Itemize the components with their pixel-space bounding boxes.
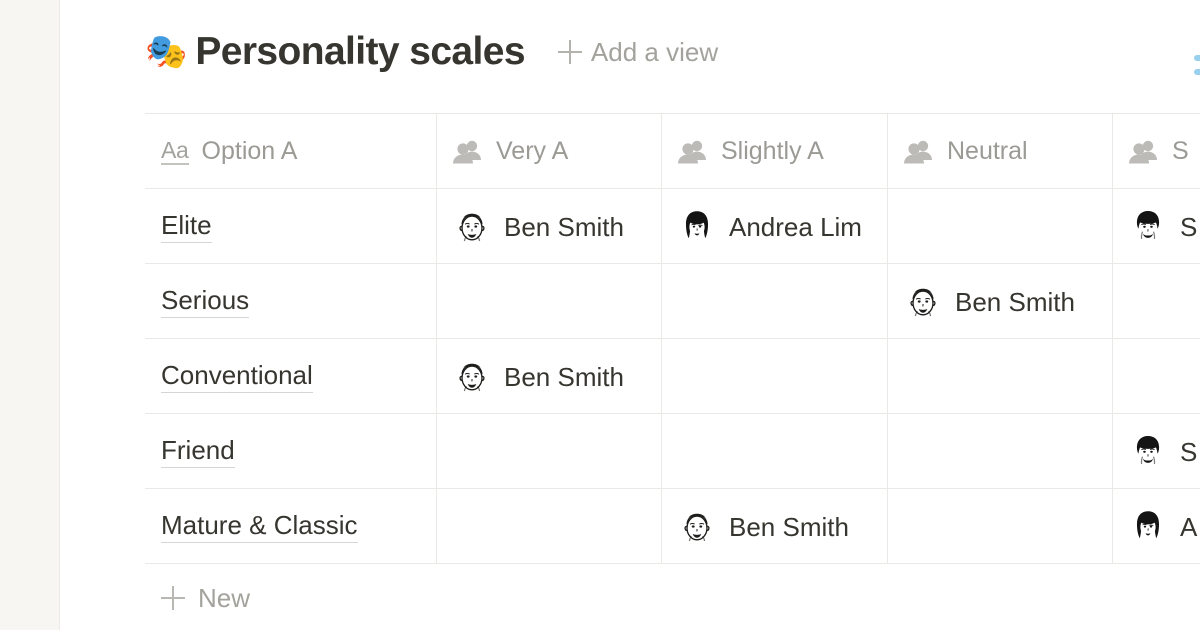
person-group-icon xyxy=(678,139,708,165)
person-cell[interactable]: A xyxy=(1113,489,1200,564)
person-group-icon xyxy=(453,139,483,165)
person-cell[interactable] xyxy=(888,189,1113,264)
avatar xyxy=(1129,432,1167,471)
table-row[interactable]: Conventional Ben Smith xyxy=(145,339,1200,414)
avatar xyxy=(453,357,491,396)
plus-icon xyxy=(557,39,583,65)
new-row-button[interactable]: New xyxy=(145,564,1200,630)
person-chip[interactable]: Ben Smith xyxy=(453,207,624,246)
person-name: Ben Smith xyxy=(504,211,624,242)
person-cell[interactable] xyxy=(437,264,662,339)
person-group-icon xyxy=(1129,139,1159,165)
row-title-cell[interactable]: Serious xyxy=(145,264,437,339)
person-name: Ben Smith xyxy=(504,361,624,392)
person-cell[interactable]: S xyxy=(1113,189,1200,264)
person-name: S xyxy=(1180,436,1198,467)
theater-masks-icon[interactable]: 🎭 xyxy=(145,35,187,69)
person-chip[interactable]: S xyxy=(1129,432,1198,471)
person-cell[interactable]: Ben Smith xyxy=(888,264,1113,339)
person-cell[interactable] xyxy=(662,339,888,414)
person-name: Ben Smith xyxy=(729,511,849,542)
person-name: A xyxy=(1180,511,1198,542)
add-view-label: Add a view xyxy=(590,36,719,67)
table-row[interactable]: Serious Ben Smith xyxy=(145,264,1200,339)
person-cell[interactable] xyxy=(662,264,888,339)
person-chip[interactable]: Ben Smith xyxy=(904,282,1075,321)
person-name: S xyxy=(1180,211,1198,242)
person-cell[interactable] xyxy=(888,339,1113,414)
row-title-link[interactable]: Friend xyxy=(161,435,235,468)
column-header-label: Option A xyxy=(201,137,298,165)
person-cell[interactable] xyxy=(662,414,888,489)
person-cell[interactable]: Ben Smith xyxy=(437,339,662,414)
person-cell[interactable] xyxy=(437,489,662,564)
person-chip[interactable]: Ben Smith xyxy=(453,357,624,396)
plus-icon xyxy=(161,586,185,610)
table-header-row: Aa Option A Very A Slightly A Neutral S xyxy=(145,114,1200,189)
column-header-slightly-a[interactable]: Slightly A xyxy=(662,114,888,189)
add-view-button[interactable]: Add a view xyxy=(557,39,718,65)
person-cell[interactable] xyxy=(888,489,1113,564)
table-row[interactable]: Mature & Classic Ben Smith A xyxy=(145,489,1200,564)
avatar xyxy=(1129,507,1167,546)
avatar xyxy=(904,282,942,321)
column-header-option-a[interactable]: Aa Option A xyxy=(145,114,437,189)
person-cell[interactable] xyxy=(1113,339,1200,414)
row-title-cell[interactable]: Elite xyxy=(145,189,437,264)
column-header-neutral[interactable]: Neutral xyxy=(888,114,1113,189)
avatar xyxy=(1129,207,1167,246)
person-cell[interactable]: S xyxy=(1113,414,1200,489)
table-row[interactable]: Friend S xyxy=(145,414,1200,489)
row-title-link[interactable]: Serious xyxy=(161,285,250,318)
avatar xyxy=(678,507,716,546)
person-name: Ben Smith xyxy=(955,286,1075,317)
person-group-icon xyxy=(904,139,934,165)
main-content: 🎭 Personality scales Add a view Aa Optio… xyxy=(61,0,1200,630)
row-title-cell[interactable]: Friend xyxy=(145,414,437,489)
column-header-slightly-b[interactable]: S xyxy=(1113,114,1200,189)
row-title-cell[interactable]: Conventional xyxy=(145,339,437,414)
text-type-icon: Aa xyxy=(161,138,189,166)
person-chip[interactable]: Ben Smith xyxy=(678,507,849,546)
page-header: 🎭 Personality scales Add a view xyxy=(145,32,718,71)
person-cell[interactable] xyxy=(888,414,1113,489)
sidebar-rail[interactable] xyxy=(0,0,60,630)
toolbar-clipped-control[interactable] xyxy=(1194,52,1200,78)
avatar xyxy=(678,207,716,246)
person-cell[interactable]: Ben Smith xyxy=(437,189,662,264)
column-header-very-a[interactable]: Very A xyxy=(437,114,662,189)
table-row[interactable]: Elite Ben Smith Andrea Lim S xyxy=(145,189,1200,264)
row-title-cell[interactable]: Mature & Classic xyxy=(145,489,437,564)
person-name: Andrea Lim xyxy=(729,211,862,242)
person-cell[interactable]: Andrea Lim xyxy=(662,189,888,264)
row-title-link[interactable]: Elite xyxy=(161,210,212,243)
new-row-label: New xyxy=(198,583,251,613)
page-title[interactable]: Personality scales xyxy=(195,32,525,71)
column-header-label: Slightly A xyxy=(721,137,824,165)
avatar xyxy=(453,207,491,246)
database-table: Aa Option A Very A Slightly A Neutral S … xyxy=(145,113,1200,630)
column-header-label: S xyxy=(1172,137,1189,165)
person-cell[interactable] xyxy=(437,414,662,489)
row-title-link[interactable]: Conventional xyxy=(161,360,313,393)
column-header-label: Neutral xyxy=(947,137,1028,165)
person-chip[interactable]: Andrea Lim xyxy=(678,207,862,246)
column-header-label: Very A xyxy=(496,137,569,165)
person-chip[interactable]: S xyxy=(1129,207,1198,246)
person-cell[interactable]: Ben Smith xyxy=(662,489,888,564)
person-chip[interactable]: A xyxy=(1129,507,1198,546)
person-cell[interactable] xyxy=(1113,264,1200,339)
row-title-link[interactable]: Mature & Classic xyxy=(161,510,358,543)
